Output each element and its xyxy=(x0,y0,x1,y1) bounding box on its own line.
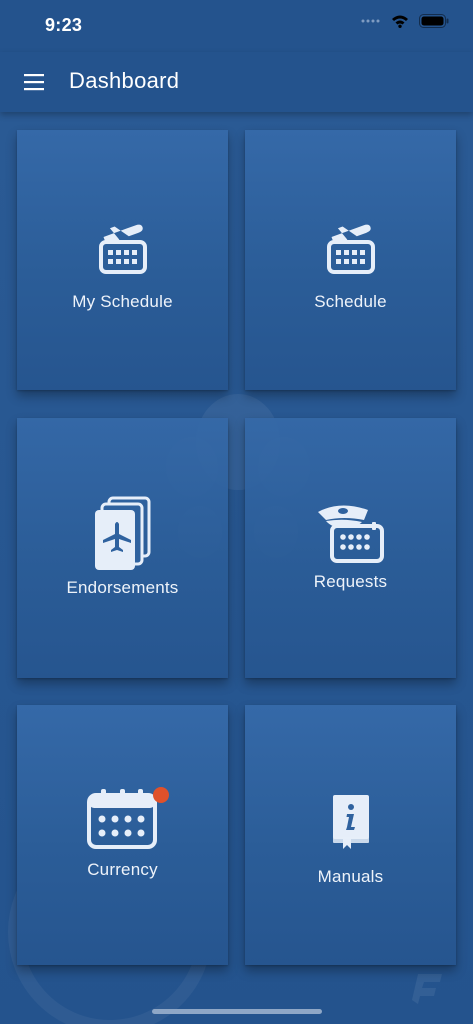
dashboard-content: My Schedule Schedule Endorsements Reques… xyxy=(0,112,473,1024)
tile-label: Currency xyxy=(87,860,158,879)
hamburger-menu-icon xyxy=(24,74,44,91)
calendar-icon xyxy=(86,787,169,849)
tile-label: Manuals xyxy=(317,867,384,886)
tile-schedule[interactable]: Schedule xyxy=(245,130,456,390)
tile-manuals[interactable]: Manuals xyxy=(245,705,456,965)
status-bar: 9:23 xyxy=(0,0,473,52)
cellular-signal-icon xyxy=(361,19,380,23)
tile-label: Requests xyxy=(313,572,388,591)
notification-badge xyxy=(152,787,169,803)
tile-endorsements[interactable]: Endorsements xyxy=(17,418,228,678)
page-title: Dashboard xyxy=(69,68,180,93)
status-icons xyxy=(361,14,449,28)
plane-cards-icon xyxy=(94,496,150,570)
tile-requests[interactable]: Requests xyxy=(245,418,456,678)
plane-calendar-icon xyxy=(326,224,375,274)
wifi-icon xyxy=(392,15,408,28)
pilot-cap-calendar-icon xyxy=(317,505,384,563)
tile-label: Endorsements xyxy=(66,578,179,597)
tile-label: Schedule xyxy=(314,292,387,311)
home-indicator[interactable] xyxy=(152,1009,322,1014)
menu-button[interactable] xyxy=(20,70,48,94)
info-book-icon xyxy=(332,795,369,849)
plane-calendar-icon xyxy=(98,224,147,274)
battery-icon xyxy=(419,14,449,28)
tile-my-schedule[interactable]: My Schedule xyxy=(17,130,228,390)
tile-label: My Schedule xyxy=(72,292,173,311)
app-bar: Dashboard xyxy=(0,52,473,112)
status-time: 9:23 xyxy=(45,15,83,35)
tile-currency[interactable]: Currency xyxy=(17,705,228,965)
